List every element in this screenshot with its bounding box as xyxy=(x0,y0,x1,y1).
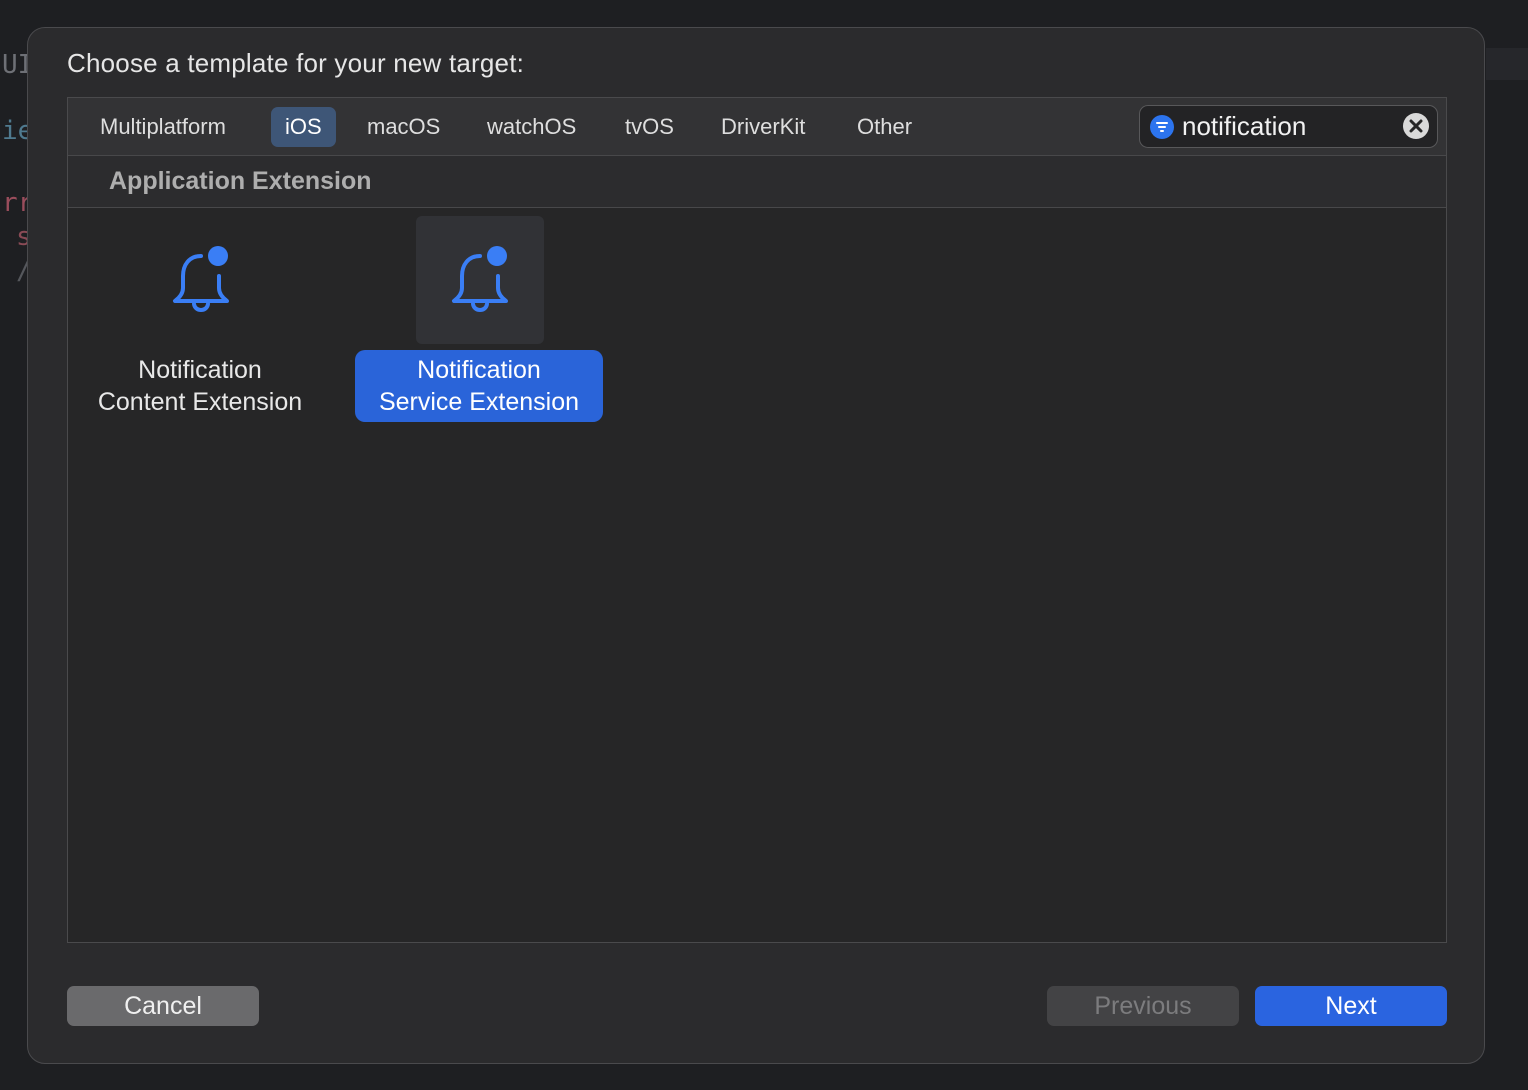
bell-badge-icon xyxy=(452,246,508,312)
template-label-line: Content Extension xyxy=(97,388,303,416)
template-icon-container xyxy=(137,216,265,344)
new-target-sheet: Choose a template for your new target: M… xyxy=(27,27,1485,1064)
search-input[interactable] xyxy=(1182,108,1392,145)
tab-ios[interactable]: iOS xyxy=(271,107,336,147)
template-panel: Multiplatform iOS macOS watchOS tvOS Dri… xyxy=(67,97,1447,943)
clear-icon[interactable] xyxy=(1403,113,1429,139)
template-icon-container xyxy=(416,216,544,344)
template-label: Notification Service Extension xyxy=(355,350,603,422)
tab-macos[interactable]: macOS xyxy=(353,107,454,147)
section-header: Application Extension xyxy=(68,156,1446,208)
template-search-field[interactable] xyxy=(1139,105,1438,148)
template-label-line: Notification xyxy=(138,356,262,384)
tab-multiplatform[interactable]: Multiplatform xyxy=(86,107,240,147)
tab-watchos[interactable]: watchOS xyxy=(473,107,590,147)
tab-other[interactable]: Other xyxy=(843,107,926,147)
template-notification-content-extension[interactable]: Notification Content Extension xyxy=(76,216,326,436)
platform-tab-bar: Multiplatform iOS macOS watchOS tvOS Dri… xyxy=(68,98,1446,156)
previous-button[interactable]: Previous xyxy=(1047,986,1239,1026)
cancel-button[interactable]: Cancel xyxy=(67,986,259,1026)
tab-driverkit[interactable]: DriverKit xyxy=(707,107,819,147)
sheet-title: Choose a template for your new target: xyxy=(67,48,525,78)
template-label-line: Notification xyxy=(417,356,541,384)
template-label-line: Service Extension xyxy=(378,388,580,416)
tab-tvos[interactable]: tvOS xyxy=(611,107,688,147)
editor-strip xyxy=(1486,48,1528,80)
filter-icon[interactable] xyxy=(1150,115,1174,139)
template-label: Notification Content Extension xyxy=(76,350,324,422)
next-button[interactable]: Next xyxy=(1255,986,1447,1026)
bell-badge-icon xyxy=(173,246,229,312)
template-notification-service-extension[interactable]: Notification Service Extension xyxy=(355,216,605,436)
section-title: Application Extension xyxy=(109,167,372,195)
